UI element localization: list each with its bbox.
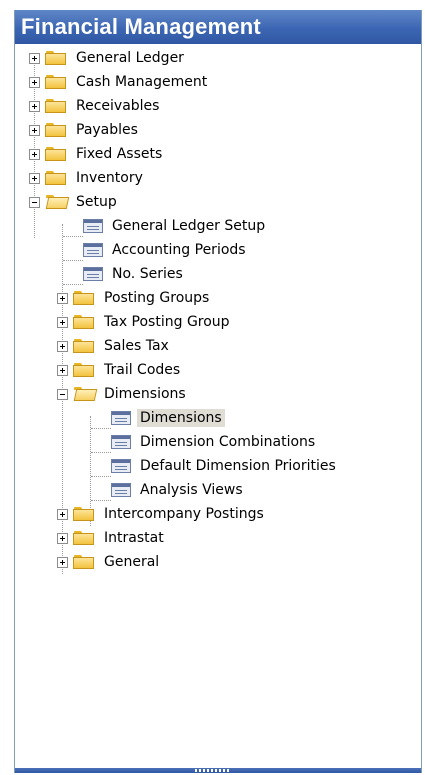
tree-node-label: Setup [76, 194, 117, 210]
tree-node-sales-tax[interactable]: Sales Tax [57, 334, 172, 358]
tree-connector [91, 452, 111, 453]
form-icon [111, 483, 131, 497]
open-folder-icon [45, 195, 70, 209]
collapse-icon[interactable] [57, 388, 68, 400]
tree-node-general[interactable]: General [57, 550, 162, 574]
tree-node-label: Posting Groups [104, 290, 210, 306]
folder-icon [73, 315, 95, 329]
expand-icon[interactable] [29, 76, 40, 88]
expand-icon[interactable] [29, 148, 40, 160]
tree-node-intrastat[interactable]: Intrastat [57, 526, 167, 550]
form-icon [83, 243, 103, 257]
tree-node-label: Intercompany Postings [104, 506, 264, 522]
folder-icon [73, 339, 95, 353]
tree-node-cash-management[interactable]: Cash Management [29, 70, 210, 94]
tree-item-dimensions[interactable]: Dimensions [111, 406, 225, 430]
folder-icon [45, 75, 67, 89]
tree-connector [63, 260, 83, 261]
collapse-icon[interactable] [29, 196, 40, 208]
tree-node-dimensions[interactable]: Dimensions [57, 382, 189, 406]
tree-connector [91, 500, 111, 501]
tree-connector [91, 476, 111, 477]
tree-node-label: Dimensions [104, 386, 186, 402]
tree-item-label: Analysis Views [140, 482, 243, 498]
expand-icon[interactable] [57, 532, 68, 544]
folder-icon [45, 99, 67, 113]
tree-node-tax-posting-group[interactable]: Tax Posting Group [57, 310, 233, 334]
folder-icon [73, 363, 95, 377]
expand-icon[interactable] [57, 292, 68, 304]
expand-icon[interactable] [57, 508, 68, 520]
tree-node-label: Fixed Assets [76, 146, 163, 162]
pane-title: Financial Management [15, 10, 421, 44]
expand-icon[interactable] [57, 364, 68, 376]
expand-icon[interactable] [29, 172, 40, 184]
expand-icon[interactable] [57, 316, 68, 328]
open-folder-icon [73, 387, 98, 401]
folder-icon [73, 291, 95, 305]
tree-item-label: No. Series [112, 266, 183, 282]
folder-icon [45, 51, 67, 65]
expand-icon[interactable] [57, 340, 68, 352]
tree-item-label: Accounting Periods [112, 242, 246, 258]
tree-item-analysis-views[interactable]: Analysis Views [111, 478, 246, 502]
tree-node-label: Payables [76, 122, 138, 138]
tree-item-label: General Ledger Setup [112, 218, 266, 234]
folder-icon [73, 555, 95, 569]
tree-node-label: Tax Posting Group [104, 314, 230, 330]
tree-node-inventory[interactable]: Inventory [29, 166, 146, 190]
navigation-pane: Financial Management General Ledger Cash… [14, 10, 422, 773]
expand-icon[interactable] [29, 52, 40, 64]
expand-icon[interactable] [29, 124, 40, 136]
tree-node-label: General [104, 554, 160, 570]
tree-node-setup[interactable]: Setup [29, 190, 120, 214]
tree-item-no-series[interactable]: No. Series [83, 262, 186, 286]
tree-item-accounting-periods[interactable]: Accounting Periods [83, 238, 249, 262]
tree-item-default-dimension-priorities[interactable]: Default Dimension Priorities [111, 454, 339, 478]
tree-node-fixed-assets[interactable]: Fixed Assets [29, 142, 165, 166]
resize-grip-icon[interactable] [195, 769, 229, 772]
tree-item-label: Dimensions [137, 409, 225, 427]
folder-icon [45, 123, 67, 137]
tree-node-general-ledger[interactable]: General Ledger [29, 46, 187, 70]
form-icon [83, 219, 103, 233]
tree-node-label: General Ledger [76, 50, 184, 66]
folder-icon [45, 147, 67, 161]
tree-connector [63, 284, 83, 285]
expand-icon[interactable] [29, 100, 40, 112]
tree-node-payables[interactable]: Payables [29, 118, 141, 142]
tree-node-label: Intrastat [104, 530, 164, 546]
tree-node-receivables[interactable]: Receivables [29, 94, 162, 118]
form-icon [111, 435, 131, 449]
tree-node-label: Trail Codes [104, 362, 181, 378]
form-icon [111, 411, 131, 425]
tree-node-intercompany-postings[interactable]: Intercompany Postings [57, 502, 267, 526]
tree-item-label: Dimension Combinations [140, 434, 316, 450]
tree-node-label: Cash Management [76, 74, 208, 90]
folder-icon [73, 507, 95, 521]
expand-icon[interactable] [57, 556, 68, 568]
tree-node-label: Inventory [76, 170, 143, 186]
tree-node-label: Receivables [76, 98, 160, 114]
tree-connector [63, 236, 83, 237]
tree-item-dimension-combinations[interactable]: Dimension Combinations [111, 430, 318, 454]
tree-item-label: Default Dimension Priorities [140, 458, 336, 474]
pane-resize-bar[interactable] [15, 768, 421, 773]
tree-connector [91, 428, 111, 429]
folder-icon [45, 171, 67, 185]
tree-node-label: Sales Tax [104, 338, 169, 354]
tree-node-trail-codes[interactable]: Trail Codes [57, 358, 183, 382]
tree-item-general-ledger-setup[interactable]: General Ledger Setup [83, 214, 268, 238]
tree-node-posting-groups[interactable]: Posting Groups [57, 286, 212, 310]
folder-icon [73, 531, 95, 545]
form-icon [111, 459, 131, 473]
form-icon [83, 267, 103, 281]
